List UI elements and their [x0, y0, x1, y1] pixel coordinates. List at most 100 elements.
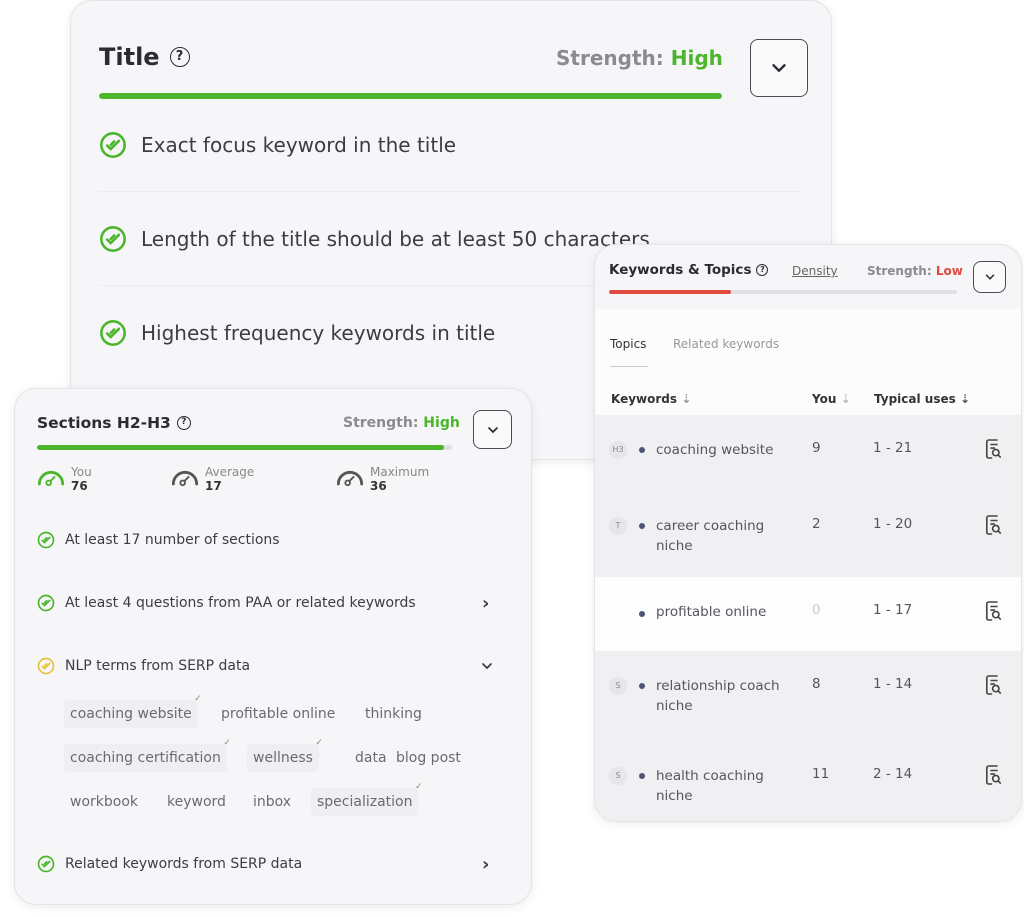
- check-item-text: Related keywords from SERP data: [65, 856, 303, 872]
- section-check-item: At least 17 number of sections: [37, 530, 531, 550]
- nlp-term-tag[interactable]: coaching website ✓: [64, 694, 202, 728]
- section-check-item[interactable]: Related keywords from SERP data ›: [37, 854, 531, 875]
- check-item-text: At least 4 questions from PAA or related…: [65, 595, 416, 611]
- document-search-icon[interactable]: [985, 438, 1003, 460]
- collapse-button[interactable]: [973, 261, 1006, 293]
- typical-uses: 2 - 14: [873, 766, 913, 782]
- strength-bar: [37, 445, 452, 450]
- check-circle-icon: [37, 594, 55, 612]
- chevron-right-icon[interactable]: ›: [482, 593, 489, 614]
- keyword-type-badge: H3: [609, 441, 627, 459]
- partial-check-icon: [37, 657, 55, 675]
- tab-topics[interactable]: Topics: [610, 337, 646, 351]
- sort-icon[interactable]: ⇣: [841, 392, 851, 406]
- column-you[interactable]: You: [812, 392, 836, 406]
- column-keywords[interactable]: Keywords: [611, 392, 677, 406]
- keyword-type-badge: T: [609, 517, 627, 535]
- help-icon[interactable]: ?: [176, 416, 191, 430]
- nlp-term-tag[interactable]: keyword: [161, 788, 232, 816]
- keyword-row: T career coaching niche 2 1 - 20: [595, 491, 1021, 577]
- nlp-term-tag[interactable]: thinking: [359, 700, 428, 728]
- keywords-topics-card: Keywords & Topics ? Density Strength: Lo…: [594, 244, 1022, 822]
- keyword-text: career coaching niche: [656, 518, 765, 554]
- chevron-down-icon: [485, 422, 501, 438]
- nlp-term-text: keyword: [167, 794, 226, 810]
- keyword-row: profitable online 0 1 - 17: [595, 577, 1021, 651]
- chevron-down-icon: [768, 57, 790, 79]
- stat-you: You 76: [37, 465, 92, 493]
- stat-average: Average 17: [171, 465, 254, 493]
- sections-card-heading: Sections H2-H3: [37, 414, 171, 432]
- document-search-icon[interactable]: [985, 764, 1003, 786]
- typical-uses: 1 - 21: [873, 440, 913, 456]
- collapse-button[interactable]: [473, 410, 512, 449]
- nlp-term-text: workbook: [70, 794, 139, 810]
- gauge-icon: [171, 465, 199, 489]
- bullet-dot: [639, 683, 645, 689]
- chevron-right-icon[interactable]: ›: [482, 854, 489, 875]
- nlp-term-tag[interactable]: specialization ✓: [311, 782, 422, 816]
- title-check-item: Length of the title should be at least 5…: [99, 225, 650, 253]
- stat-label: Maximum: [370, 465, 430, 479]
- check-circle-icon: [99, 131, 127, 159]
- collapse-button[interactable]: [750, 39, 808, 97]
- keyword-row: H3 coaching website 9 1 - 21: [595, 415, 1021, 491]
- check-icon: ✓: [414, 782, 423, 792]
- chevron-down-icon: [983, 270, 997, 284]
- nlp-term-tag[interactable]: wellness ✓: [247, 738, 323, 772]
- document-search-icon[interactable]: [985, 674, 1003, 696]
- nlp-term-text: blog post: [396, 750, 461, 766]
- typical-uses: 1 - 17: [873, 602, 913, 618]
- check-circle-icon: [37, 855, 55, 873]
- typical-uses: 1 - 20: [873, 516, 913, 532]
- nlp-term-tag[interactable]: workbook: [64, 788, 144, 816]
- check-item-text: At least 17 number of sections: [65, 532, 280, 548]
- keyword-row: S relationship coach niche 8 1 - 14: [595, 651, 1021, 741]
- section-check-item[interactable]: At least 4 questions from PAA or related…: [37, 593, 531, 614]
- typical-uses: 1 - 14: [873, 676, 913, 692]
- nlp-term-text: profitable online: [221, 706, 336, 722]
- sort-icon[interactable]: ⇣: [681, 392, 691, 406]
- sections-card: Sections H2-H3 ? Strength: High You 76 A…: [14, 388, 532, 905]
- document-search-icon[interactable]: [985, 514, 1003, 536]
- strength-bar: [99, 93, 722, 99]
- check-icon: ✓: [194, 694, 202, 704]
- you-count: 9: [812, 440, 821, 456]
- nlp-term-tag[interactable]: inbox: [247, 788, 297, 816]
- column-typical-uses[interactable]: Typical uses: [874, 392, 956, 406]
- check-circle-icon: [99, 225, 127, 253]
- nlp-term-text: data: [355, 750, 387, 766]
- sort-icon[interactable]: ⇣: [960, 392, 970, 406]
- gauge-icon: [37, 465, 65, 489]
- check-item-text: NLP terms from SERP data: [65, 658, 251, 674]
- stat-label: Average: [205, 465, 255, 479]
- density-link[interactable]: Density: [792, 264, 838, 278]
- stat-value: 17: [205, 479, 222, 493]
- keyword-row: S health coaching niche 11 2 - 14: [595, 741, 1021, 821]
- nlp-term-text: coaching website: [70, 706, 192, 722]
- nlp-term-tag[interactable]: blog post: [390, 744, 467, 772]
- keyword-text: coaching website: [656, 442, 774, 458]
- gauge-icon: [336, 465, 364, 489]
- help-icon[interactable]: ?: [169, 47, 190, 67]
- nlp-term-tag[interactable]: coaching certification ✓: [64, 738, 231, 772]
- stat-maximum: Maximum 36: [336, 465, 429, 493]
- bullet-dot: [639, 447, 645, 453]
- check-icon: ✓: [315, 738, 323, 748]
- tab-related-keywords[interactable]: Related keywords: [673, 337, 779, 351]
- nlp-term-tag[interactable]: data: [349, 744, 393, 772]
- title-check-item: Exact focus keyword in the title: [99, 131, 456, 159]
- you-count: 8: [812, 676, 821, 692]
- you-count: 11: [812, 766, 830, 782]
- document-search-icon[interactable]: [985, 600, 1003, 622]
- stat-value: 76: [71, 479, 88, 493]
- keywords-card-heading: Keywords & Topics: [609, 262, 752, 278]
- section-check-item[interactable]: NLP terms from SERP data: [37, 656, 531, 676]
- strength-value: High: [670, 46, 723, 70]
- help-icon[interactable]: ?: [756, 264, 769, 276]
- strength-label: Strength:: [867, 264, 932, 278]
- nlp-term-tag[interactable]: profitable online: [215, 700, 341, 728]
- chevron-down-icon[interactable]: [479, 658, 495, 674]
- keyword-type-badge: S: [609, 767, 627, 785]
- keyword-text: relationship coach niche: [656, 678, 780, 714]
